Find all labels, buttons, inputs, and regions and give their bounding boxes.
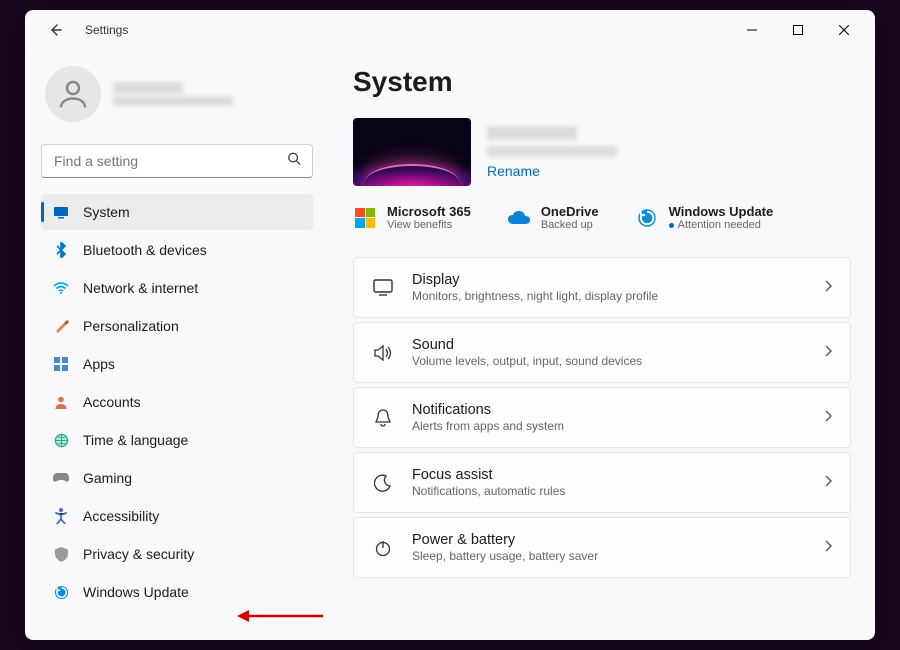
service-sub: Backed up bbox=[541, 219, 599, 231]
sidebar-item-accessibility[interactable]: Accessibility bbox=[41, 498, 313, 534]
sidebar-item-personalization[interactable]: Personalization bbox=[41, 308, 313, 344]
sidebar-item-apps[interactable]: Apps bbox=[41, 346, 313, 382]
sidebar-item-label: System bbox=[83, 204, 130, 220]
desktop-thumbnail[interactable] bbox=[353, 118, 471, 186]
setting-sub: Monitors, brightness, night light, displ… bbox=[412, 289, 806, 303]
window-title: Settings bbox=[85, 23, 128, 37]
profile-info bbox=[113, 82, 233, 106]
power-icon bbox=[372, 537, 394, 559]
sidebar-item-label: Accessibility bbox=[83, 508, 159, 524]
person-icon bbox=[53, 394, 69, 410]
system-icon bbox=[53, 204, 69, 220]
search-wrapper bbox=[41, 144, 313, 178]
settings-window: Settings bbox=[25, 10, 875, 640]
bluetooth-icon bbox=[53, 242, 69, 258]
setting-sub: Alerts from apps and system bbox=[412, 419, 806, 433]
avatar bbox=[45, 66, 101, 122]
accessibility-icon bbox=[53, 508, 69, 524]
chevron-right-icon bbox=[824, 539, 832, 557]
chevron-right-icon bbox=[824, 344, 832, 362]
service-title: OneDrive bbox=[541, 204, 599, 219]
titlebar: Settings bbox=[25, 10, 875, 50]
setting-sub: Notifications, automatic rules bbox=[412, 484, 806, 498]
setting-focus-assist[interactable]: Focus assistNotifications, automatic rul… bbox=[353, 452, 851, 513]
sidebar-item-label: Bluetooth & devices bbox=[83, 242, 207, 258]
sidebar: System Bluetooth & devices Network & int… bbox=[25, 50, 325, 640]
setting-title: Focus assist bbox=[412, 467, 806, 483]
sidebar-item-bluetooth[interactable]: Bluetooth & devices bbox=[41, 232, 313, 268]
setting-title: Power & battery bbox=[412, 532, 806, 548]
cloud-icon bbox=[507, 206, 531, 230]
setting-sound[interactable]: SoundVolume levels, output, input, sound… bbox=[353, 322, 851, 383]
page-title: System bbox=[353, 66, 851, 98]
sidebar-item-privacy[interactable]: Privacy & security bbox=[41, 536, 313, 572]
wifi-icon bbox=[53, 280, 69, 296]
setting-title: Sound bbox=[412, 337, 806, 353]
sidebar-item-network[interactable]: Network & internet bbox=[41, 270, 313, 306]
chevron-right-icon bbox=[824, 474, 832, 492]
update-icon bbox=[635, 206, 659, 230]
service-onedrive[interactable]: OneDrive Backed up bbox=[507, 204, 599, 231]
sidebar-item-time[interactable]: Time & language bbox=[41, 422, 313, 458]
settings-list: DisplayMonitors, brightness, night light… bbox=[353, 257, 851, 578]
globe-icon bbox=[53, 432, 69, 448]
search-icon bbox=[287, 152, 301, 171]
microsoft-logo-icon bbox=[353, 206, 377, 230]
sidebar-item-label: Apps bbox=[83, 356, 115, 372]
person-icon bbox=[55, 76, 91, 112]
setting-sub: Volume levels, output, input, sound devi… bbox=[412, 354, 806, 368]
apps-icon bbox=[53, 356, 69, 372]
display-icon bbox=[372, 277, 394, 299]
sidebar-item-label: Time & language bbox=[83, 432, 188, 448]
shield-icon bbox=[53, 546, 69, 562]
back-arrow-icon bbox=[47, 22, 63, 38]
back-button[interactable] bbox=[41, 16, 69, 44]
sidebar-item-system[interactable]: System bbox=[41, 194, 313, 230]
service-windows-update[interactable]: Windows Update Attention needed bbox=[635, 204, 774, 231]
setting-title: Notifications bbox=[412, 402, 806, 418]
sidebar-item-label: Windows Update bbox=[83, 584, 189, 600]
chevron-right-icon bbox=[824, 409, 832, 427]
service-row: Microsoft 365 View benefits OneDrive Bac… bbox=[353, 204, 851, 231]
main-content: System Rename Microsoft 365 View benefit… bbox=[325, 50, 875, 640]
sidebar-item-accounts[interactable]: Accounts bbox=[41, 384, 313, 420]
service-sub: Attention needed bbox=[669, 219, 774, 231]
sidebar-item-label: Network & internet bbox=[83, 280, 198, 296]
setting-title: Display bbox=[412, 272, 806, 288]
sound-icon bbox=[372, 342, 394, 364]
device-block: Rename bbox=[353, 118, 851, 186]
sidebar-item-gaming[interactable]: Gaming bbox=[41, 460, 313, 496]
nav-list: System Bluetooth & devices Network & int… bbox=[41, 194, 313, 610]
sidebar-item-label: Gaming bbox=[83, 470, 132, 486]
setting-power[interactable]: Power & batterySleep, battery usage, bat… bbox=[353, 517, 851, 578]
gamepad-icon bbox=[53, 470, 69, 486]
rename-link[interactable]: Rename bbox=[487, 163, 617, 179]
minimize-button[interactable] bbox=[729, 14, 775, 46]
maximize-button[interactable] bbox=[775, 14, 821, 46]
service-sub: View benefits bbox=[387, 219, 471, 231]
service-title: Windows Update bbox=[669, 204, 774, 219]
profile-block[interactable] bbox=[41, 62, 313, 126]
setting-sub: Sleep, battery usage, battery saver bbox=[412, 549, 806, 563]
service-microsoft365[interactable]: Microsoft 365 View benefits bbox=[353, 204, 471, 231]
sidebar-item-label: Accounts bbox=[83, 394, 141, 410]
search-input[interactable] bbox=[41, 144, 313, 178]
setting-display[interactable]: DisplayMonitors, brightness, night light… bbox=[353, 257, 851, 318]
close-button[interactable] bbox=[821, 14, 867, 46]
sidebar-item-windows-update[interactable]: Windows Update bbox=[41, 574, 313, 610]
sidebar-item-label: Personalization bbox=[83, 318, 179, 334]
moon-icon bbox=[372, 472, 394, 494]
chevron-right-icon bbox=[824, 279, 832, 297]
paintbrush-icon bbox=[53, 318, 69, 334]
setting-notifications[interactable]: NotificationsAlerts from apps and system bbox=[353, 387, 851, 448]
bell-icon bbox=[372, 407, 394, 429]
sidebar-item-label: Privacy & security bbox=[83, 546, 194, 562]
service-title: Microsoft 365 bbox=[387, 204, 471, 219]
update-icon bbox=[53, 584, 69, 600]
